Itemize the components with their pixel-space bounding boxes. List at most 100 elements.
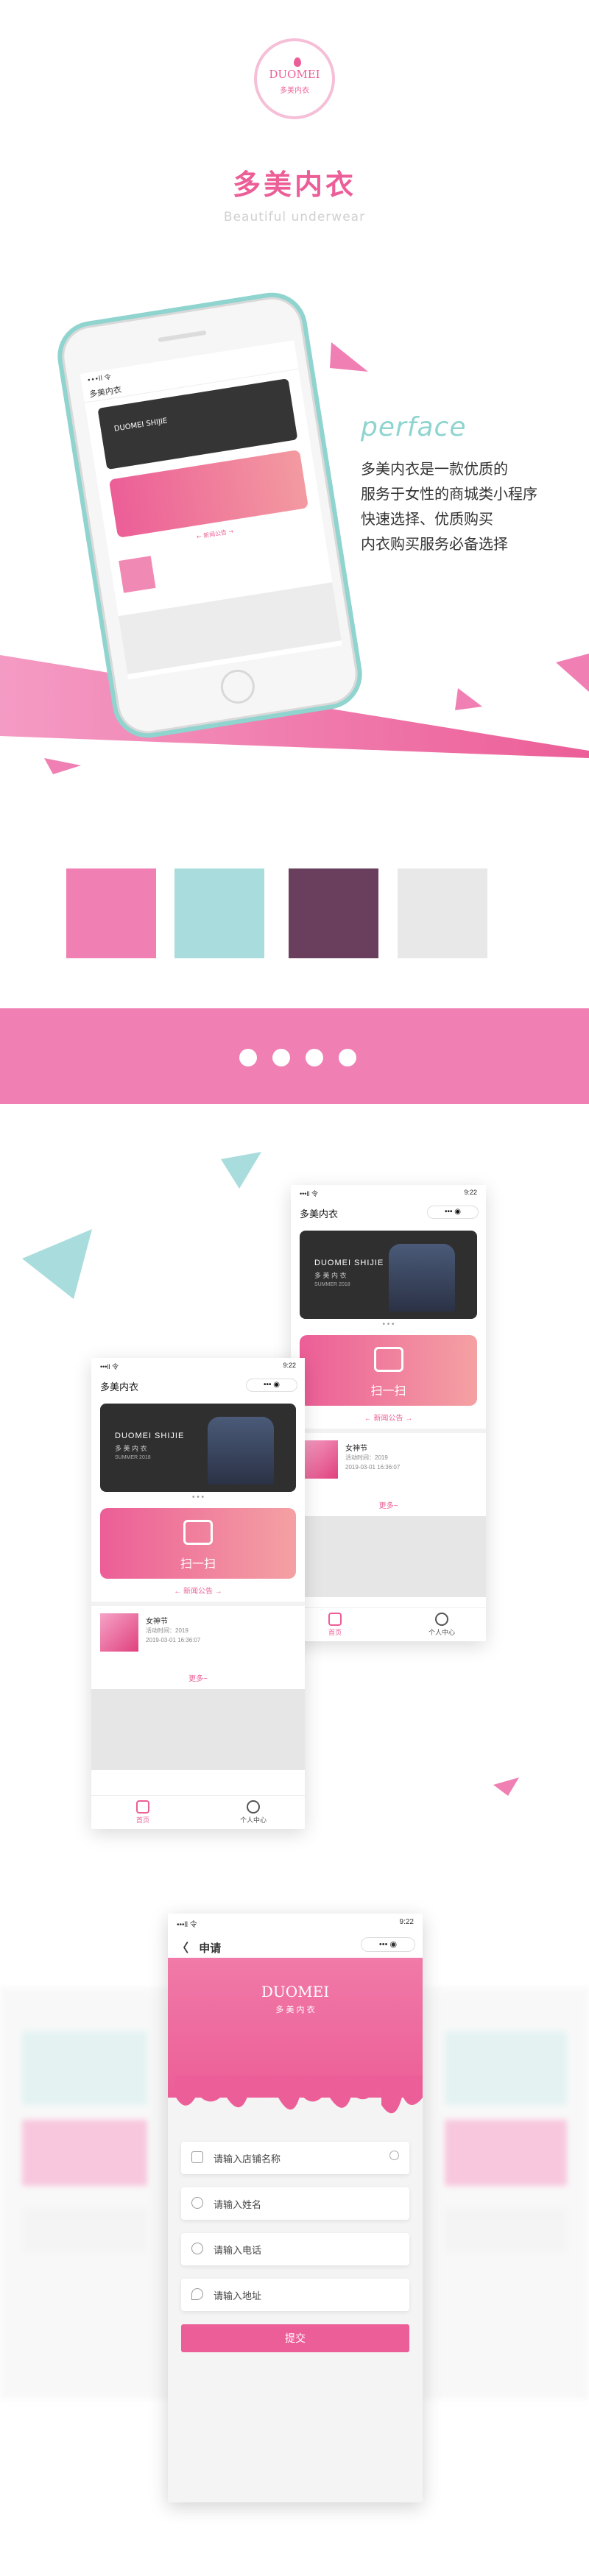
blurred-left-screen: [0, 1987, 169, 2399]
nav-title: 多美内衣: [300, 1209, 339, 1220]
item-line-1: 活动时间：2019: [345, 1454, 388, 1461]
store-name-input[interactable]: 请输入店铺名称: [181, 2142, 409, 2174]
menu-capsule[interactable]: ••• ◉: [246, 1379, 297, 1392]
name-input[interactable]: 请输入姓名: [181, 2187, 409, 2220]
banner-carousel[interactable]: DUOMEI SHIJIE 多 美 内 衣 SUMMER 2018: [100, 1404, 296, 1492]
form-brand: DUOMEI: [261, 1983, 330, 2000]
carousel-dots[interactable]: • • •: [291, 1319, 486, 1331]
status-signal: •••ll 令: [177, 1921, 197, 1929]
swatch-pink: [66, 868, 156, 958]
perface-heading: perface: [361, 412, 467, 442]
blurred-scan: [22, 2120, 147, 2186]
tab-me-label: 个人中心: [428, 1629, 455, 1636]
phone-placeholder: 请输入电话: [214, 2245, 262, 2256]
news-notice[interactable]: ← 新闻公告 →: [291, 1406, 486, 1433]
intro-line-1: 多美内衣是一款优质的: [361, 460, 508, 478]
product-image: [208, 1417, 274, 1485]
empty-area: [291, 1516, 486, 1597]
menu-capsule[interactable]: ••• ◉: [427, 1206, 479, 1219]
more-link[interactable]: 更多~: [91, 1669, 305, 1686]
home-icon: [136, 1800, 149, 1814]
drip-decoration: [168, 2076, 423, 2114]
band-dot-2: [272, 1049, 290, 1066]
tab-me[interactable]: 个人中心: [412, 1613, 471, 1637]
list-item[interactable]: 女神节 活动时间：2019 2019-03-01 16:36:07: [291, 1433, 486, 1496]
item-thumb: [300, 1440, 338, 1479]
hero-screen: •••ll 令 多美内衣 DUOMEI SHIJIE ← 新闻公告 →: [80, 340, 342, 680]
search-icon[interactable]: [389, 2151, 399, 2160]
phone-input[interactable]: 请输入电话: [181, 2233, 409, 2265]
item-thumb: [100, 1613, 138, 1652]
back-icon[interactable]: 〈: [177, 1942, 188, 1955]
scan-icon: [183, 1520, 213, 1545]
blurred-right-screen: [423, 1987, 589, 2399]
tab-home-label: 首页: [328, 1629, 342, 1636]
triangle-pink-1: [330, 342, 368, 372]
user-icon: [247, 1800, 260, 1814]
intro-line-4: 内衣购买服务必备选择: [361, 535, 508, 553]
application-form-screen: •••ll 令 9:22 〈 申请 ••• ◉ DUOMEI 多 美 内 衣 请…: [168, 1914, 423, 2502]
blurred-scan: [445, 2120, 567, 2186]
band-dot-1: [239, 1049, 257, 1066]
banner-season: SUMMER 2018: [314, 1282, 350, 1287]
status-time: 9:22: [464, 1189, 477, 1196]
scan-label: 扫一扫: [370, 1385, 406, 1398]
swatch-teal: [174, 868, 264, 958]
scan-card[interactable]: 扫一扫: [100, 1508, 296, 1579]
intro-line-3: 快速选择、优质购买: [361, 510, 493, 528]
phone-mockup-back: •••ll 令 9:22 多美内衣 ••• ◉ DUOMEI SHIJIE 多 …: [291, 1185, 486, 1641]
status-bar: •••ll 令 9:22: [168, 1914, 423, 1931]
more-link[interactable]: 更多~: [291, 1496, 486, 1513]
item-date: 2019-03-01 16:36:07: [146, 1637, 201, 1643]
blurred-banner: [22, 2031, 147, 2105]
triangle-pink-5: [493, 1777, 519, 1796]
status-bar: •••ll 令 9:22: [91, 1358, 305, 1374]
store-placeholder: 请输入店铺名称: [214, 2154, 281, 2165]
triangle-teal-1: [221, 1152, 261, 1189]
item-line-1: 活动时间：2019: [146, 1627, 188, 1634]
item-thumb: [119, 556, 156, 593]
divider-band: [0, 1008, 589, 1104]
status-bar: •••ll 令 9:22: [291, 1185, 486, 1201]
store-icon: [191, 2151, 203, 2163]
band-dot-3: [306, 1049, 323, 1066]
banner-brand: DUOMEI SHIJIE: [115, 1432, 185, 1440]
address-placeholder: 请输入地址: [214, 2290, 262, 2301]
carousel-dots[interactable]: • • •: [91, 1492, 305, 1504]
swatch-plum: [289, 868, 378, 958]
empty-area: [91, 1689, 305, 1770]
scan-card[interactable]: 扫一扫: [300, 1335, 477, 1406]
item-date: 2019-03-01 16:36:07: [345, 1464, 401, 1471]
list-item[interactable]: 女神节 活动时间：2019 2019-03-01 16:36:07: [91, 1606, 305, 1669]
tab-bar: 首页 个人中心: [91, 1795, 305, 1829]
tab-home[interactable]: 首页: [306, 1613, 364, 1637]
banner-carousel[interactable]: DUOMEI SHIJIE 多 美 内 衣 SUMMER 2018: [300, 1231, 477, 1319]
nav-bar: 多美内衣 ••• ◉: [291, 1201, 486, 1223]
news-notice[interactable]: ← 新闻公告 →: [91, 1579, 305, 1606]
product-image: [389, 1244, 455, 1312]
address-input[interactable]: 请输入地址: [181, 2279, 409, 2311]
band-dot-4: [339, 1049, 356, 1066]
tab-home-label: 首页: [135, 1816, 149, 1824]
blurred-item: [22, 2208, 147, 2252]
blurred-banner: [445, 2031, 567, 2105]
swatch-gray: [398, 868, 487, 958]
menu-capsule[interactable]: ••• ◉: [361, 1937, 415, 1952]
status-signal: •••ll 令: [100, 1363, 119, 1370]
phone-mockup-front: •••ll 令 9:22 多美内衣 ••• ◉ DUOMEI SHIJIE 多 …: [91, 1358, 305, 1829]
phone-speaker: [158, 330, 207, 342]
status-time: 9:22: [283, 1362, 296, 1369]
phone-icon: [191, 2243, 203, 2254]
intro-line-2: 服务于女性的商城类小程序: [361, 485, 537, 503]
scan-label: 扫一扫: [180, 1558, 216, 1571]
tab-home[interactable]: 首页: [113, 1800, 172, 1825]
banner-brand-cn: 多 美 内 衣: [115, 1445, 147, 1452]
submit-button[interactable]: 提交: [181, 2324, 409, 2352]
form-brand-cn: 多 美 内 衣: [275, 2006, 315, 2014]
tab-bar: 首页 个人中心: [291, 1607, 486, 1641]
nav-bar: 多美内衣 ••• ◉: [91, 1374, 305, 1396]
nav-bar: 〈 申请 ••• ◉: [168, 1931, 423, 1958]
tab-me[interactable]: 个人中心: [224, 1800, 283, 1825]
home-icon: [328, 1613, 342, 1626]
status-time: 9:22: [399, 1918, 414, 1926]
